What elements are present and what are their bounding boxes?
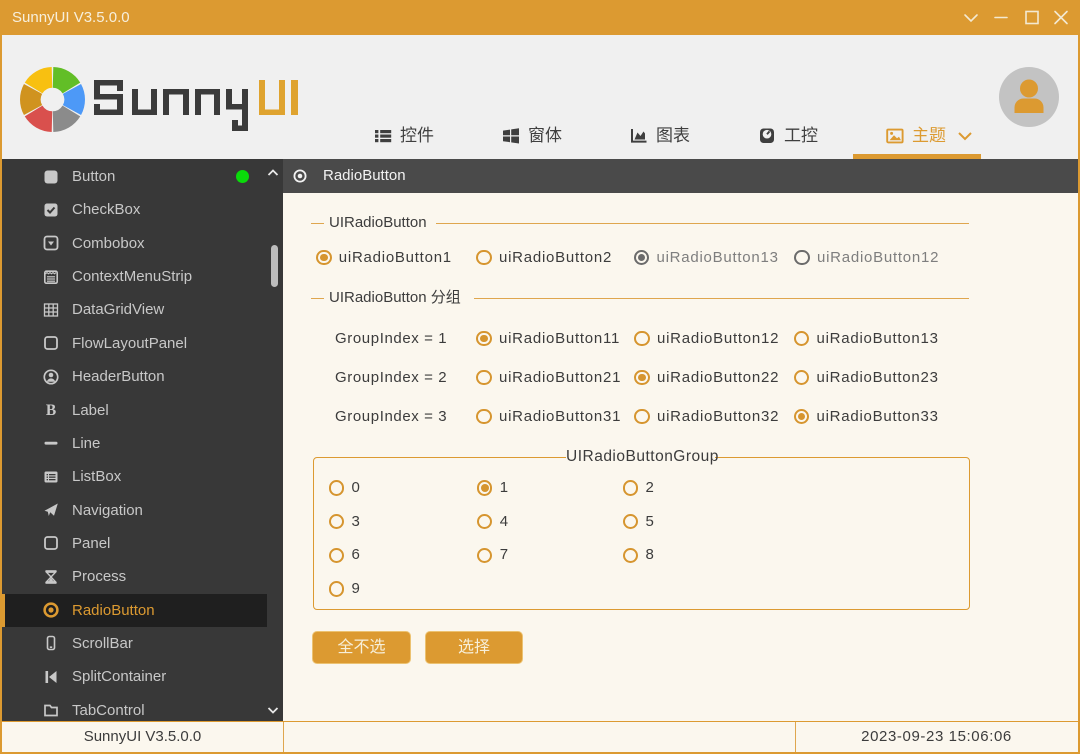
svg-text:B: B bbox=[46, 402, 56, 418]
